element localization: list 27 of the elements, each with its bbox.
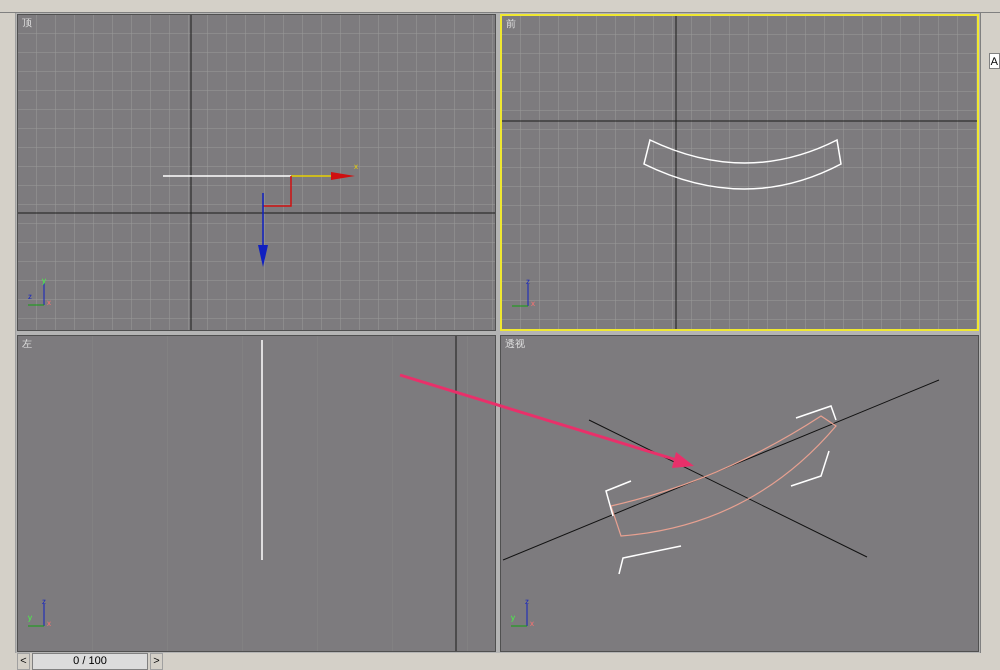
axis-label: y bbox=[42, 276, 46, 285]
axis-label: z bbox=[42, 597, 46, 606]
axis-label: x bbox=[46, 619, 51, 628]
name-field[interactable]: A bbox=[988, 53, 1000, 69]
axis-tripod-icon bbox=[510, 604, 528, 626]
axis-label: x bbox=[530, 299, 535, 308]
gizmo-axis-label: x bbox=[354, 162, 358, 171]
viewport[interactable]: x y z x 顶 bbox=[16, 14, 496, 331]
time-slider[interactable]: 0 / 100 bbox=[32, 653, 148, 670]
axis-label: z bbox=[526, 277, 530, 286]
axis-label: x bbox=[530, 619, 534, 628]
previous-frame-button[interactable]: < bbox=[17, 653, 30, 670]
viewport[interactable]: z x 前 bbox=[500, 14, 979, 331]
viewport[interactable]: z y x 透视 bbox=[500, 335, 979, 652]
axis-tripod-icon bbox=[27, 604, 44, 626]
axis-label: z bbox=[524, 597, 529, 606]
next-frame-button[interactable]: > bbox=[150, 653, 163, 670]
axis-label: y bbox=[510, 613, 515, 622]
viewport-label[interactable]: 左 bbox=[22, 337, 32, 352]
axis-label: x bbox=[46, 298, 51, 307]
axis-tripod-icon bbox=[511, 284, 528, 306]
viewport-label[interactable]: 前 bbox=[506, 17, 516, 32]
axis-label: y bbox=[28, 613, 32, 622]
viewport-label[interactable]: 顶 bbox=[22, 16, 32, 31]
axis-label: z bbox=[28, 292, 32, 301]
viewport[interactable]: z y x 左 bbox=[16, 335, 496, 652]
viewport-label[interactable]: 透视 bbox=[504, 337, 525, 352]
